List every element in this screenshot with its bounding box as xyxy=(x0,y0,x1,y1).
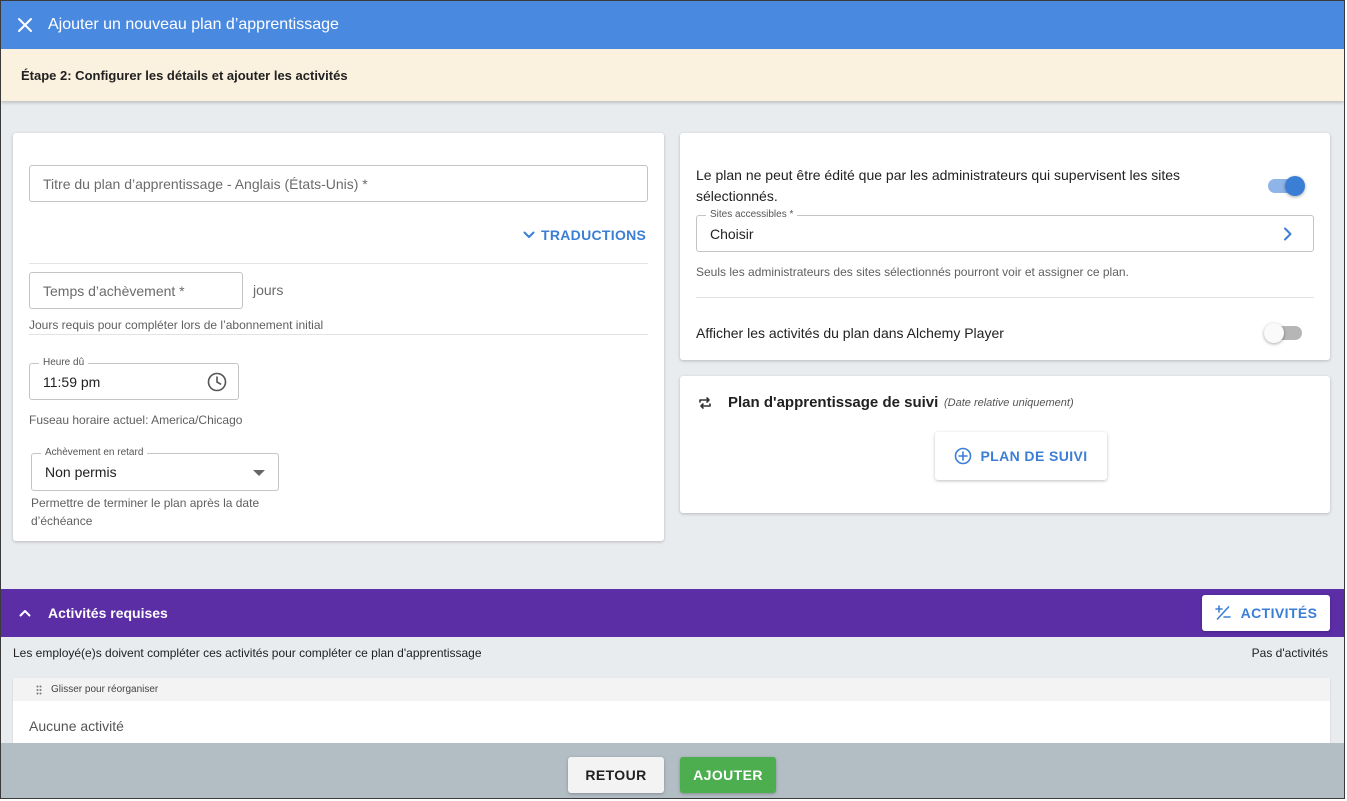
completion-time-unit: jours xyxy=(253,282,284,298)
followup-subtitle: (Date relative uniquement) xyxy=(944,397,1074,409)
late-completion-label: Achèvement en retard xyxy=(41,447,148,458)
accessible-sites-select[interactable]: Sites accessibles * Choisir xyxy=(696,209,1314,252)
back-button[interactable]: RETOUR xyxy=(568,757,664,793)
late-completion-select[interactable]: Achèvement en retard Non permis xyxy=(31,447,279,491)
due-time-label: Heure dû xyxy=(39,357,89,368)
dialog-window: Ajouter un nouveau plan d’apprentissage … xyxy=(0,0,1345,799)
permissions-card: Le plan ne peut être édité que par les a… xyxy=(680,133,1330,360)
completion-time-input[interactable]: Temps d’achèvement * xyxy=(29,272,243,309)
due-time-value: 11:59 pm xyxy=(43,373,101,390)
followup-title: Plan d'apprentissage de suivi xyxy=(728,394,939,411)
dialog-header: Ajouter un nouveau plan d’apprentissage xyxy=(1,1,1344,49)
chevron-up-icon[interactable] xyxy=(19,607,31,619)
add-activities-label: ACTIVITÉS xyxy=(1240,605,1318,621)
due-time-picker[interactable]: Heure dû 11:59 pm xyxy=(29,357,239,400)
show-in-player-toggle[interactable] xyxy=(1264,323,1302,343)
drag-hint-text: Glisser pour réorganiser xyxy=(51,684,159,695)
dropdown-arrow-icon xyxy=(253,470,265,476)
plan-title-input[interactable]: Titre du plan d’apprentissage - Anglais … xyxy=(29,165,648,202)
add-circle-icon xyxy=(955,447,972,465)
toggle-knob xyxy=(1264,323,1284,343)
required-activities-header[interactable]: Activités requises xyxy=(1,589,1344,637)
step-banner: Étape 2: Configurer les détails et ajout… xyxy=(1,49,1344,101)
details-card: Titre du plan d’apprentissage - Anglais … xyxy=(13,133,664,541)
drag-handle-icon xyxy=(36,685,42,694)
followup-plan-label: PLAN DE SUIVI xyxy=(980,448,1088,464)
completion-time-helper: Jours requis pour compléter lors de l’ab… xyxy=(29,318,324,332)
late-completion-value: Non permis xyxy=(45,464,117,480)
followup-plan-button[interactable]: PLAN DE SUIVI xyxy=(935,432,1107,480)
add-button-label: AJOUTER xyxy=(693,767,763,783)
close-icon xyxy=(18,18,32,32)
add-button[interactable]: AJOUTER xyxy=(680,757,776,793)
admin-edit-text-line1: Le plan ne peut être édité que par les a… xyxy=(696,167,1181,183)
required-activities-title: Activités requises xyxy=(48,605,168,621)
toggle-knob xyxy=(1285,176,1305,196)
chevron-down-icon xyxy=(523,231,535,238)
admin-edit-text-line2: sélectionnés. xyxy=(696,188,778,204)
translations-label: TRADUCTIONS xyxy=(541,227,647,243)
chevron-right-icon xyxy=(1284,227,1292,241)
activities-list: Glisser pour réorganiser Aucune activité xyxy=(13,678,1330,748)
repeat-icon xyxy=(699,397,711,409)
divider xyxy=(29,334,648,335)
admin-edit-toggle[interactable] xyxy=(1268,176,1305,196)
required-activities-description: Les employé(e)s doivent compléter ces ac… xyxy=(13,646,482,660)
divider xyxy=(696,297,1314,298)
empty-activities-text: Aucune activité xyxy=(29,718,124,734)
timezone-text: Fuseau horaire actuel: America/Chicago xyxy=(29,413,243,427)
clock-icon[interactable] xyxy=(207,372,227,392)
add-activities-button[interactable]: ACTIVITÉS xyxy=(1202,595,1330,631)
accessible-sites-helper: Seuls les administrateurs des sites séle… xyxy=(696,265,1129,279)
step-text: Étape 2: Configurer les détails et ajout… xyxy=(21,67,348,83)
show-in-player-text: Afficher les activités du plan dans Alch… xyxy=(696,325,1004,341)
accessible-sites-label: Sites accessibles * xyxy=(706,209,798,220)
late-completion-helper-line2: d’échéance xyxy=(31,514,93,528)
back-button-label: RETOUR xyxy=(585,767,647,783)
close-button[interactable] xyxy=(1,1,49,49)
dialog-title: Ajouter un nouveau plan d’apprentissage xyxy=(48,16,339,33)
completion-time-placeholder: Temps d’achèvement * xyxy=(43,282,185,299)
dialog-footer: RETOUR AJOUTER xyxy=(1,743,1344,798)
translations-button[interactable]: TRADUCTIONS xyxy=(523,227,646,243)
accessible-sites-value: Choisir xyxy=(710,225,754,242)
activities-count: Pas d'activités xyxy=(1251,646,1328,660)
plus-minus-icon xyxy=(1214,605,1231,620)
drag-hint-row: Glisser pour réorganiser xyxy=(13,678,1330,701)
followup-card: Plan d'apprentissage de suivi (Date rela… xyxy=(680,376,1330,513)
plan-title-placeholder: Titre du plan d’apprentissage - Anglais … xyxy=(43,175,368,192)
late-completion-helper-line1: Permettre de terminer le plan après la d… xyxy=(31,496,260,510)
divider xyxy=(29,263,648,264)
